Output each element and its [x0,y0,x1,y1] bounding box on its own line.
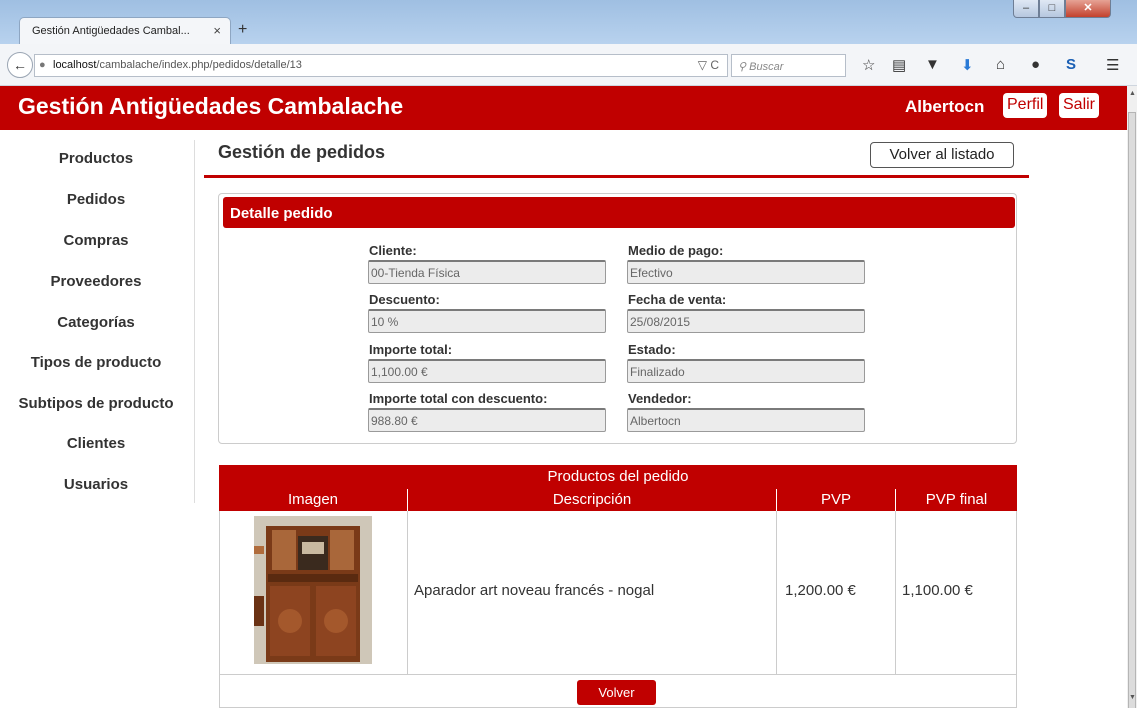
product-description: Aparador art noveau francés - nogal [414,582,655,599]
sidebar-nav: Productos Pedidos Compras Proveedores Ca… [0,140,195,503]
table-cell-pvp: 1,200.00 € [776,511,895,675]
product-image[interactable] [254,516,372,664]
table-cell-descripcion: Aparador art noveau francés - nogal [407,511,776,675]
url-host: localhost [53,59,97,71]
reload-icon[interactable]: ▽ C [698,58,719,72]
column-header-pvp-final: PVP final [895,489,1017,511]
descuento-label: Descuento: [369,292,440,307]
sidebar-item-pedidos[interactable]: Pedidos [0,191,192,208]
url-path: /cambalache/index.php/pedidos/detalle/13 [96,59,302,71]
fecha-venta-label: Fecha de venta: [628,292,727,307]
fecha-venta-field[interactable]: 25/08/2015 [627,309,865,333]
importe-descuento-label: Importe total con descuento: [369,391,548,406]
back-arrow-icon[interactable]: ← [7,52,33,78]
new-tab-button[interactable]: + [238,21,247,39]
scroll-thumb[interactable] [1128,112,1136,708]
vendedor-label: Vendedor: [628,391,692,406]
tab-title: Gestión Antigüedades Cambal... [32,25,190,37]
scroll-down-icon[interactable]: ▼ [1129,694,1136,701]
estado-label: Estado: [628,342,676,357]
browser-tab[interactable]: Gestión Antigüedades Cambal... × [19,17,231,44]
scroll-up-icon[interactable]: ▲ [1129,90,1136,97]
product-pvp-final: 1,100.00 € [902,582,973,599]
search-icon: ⚲ [738,61,747,73]
sidebar-item-compras[interactable]: Compras [0,232,192,249]
order-detail-heading: Detalle pedido [223,197,1015,228]
window-maximize-button[interactable]: □ [1039,0,1065,18]
sidebar-item-clientes[interactable]: Clientes [0,435,192,452]
url-text: localhost/cambalache/index.php/pedidos/d… [53,59,302,71]
pocket-icon[interactable]: ▼ [925,56,940,73]
back-to-list-button[interactable]: Volver al listado [870,142,1014,168]
column-header-imagen: Imagen [219,489,407,511]
sidebar-item-categorias[interactable]: Categorías [0,314,192,331]
site-header: Gestión Antigüedades Cambalache Albertoc… [0,86,1127,130]
title-divider [204,175,1029,178]
sidebar-item-tipos-producto[interactable]: Tipos de producto [0,354,192,371]
profile-button[interactable]: Perfil [1003,93,1048,118]
order-detail-panel [218,193,1017,444]
bookmark-star-icon[interactable]: ☆ [862,56,875,74]
sidebar-item-subtipos-producto[interactable]: Subtipos de producto [0,395,192,412]
descuento-field[interactable]: 10 % [368,309,606,333]
products-caption: Productos del pedido [219,465,1017,489]
search-input[interactable]: ⚲ Buscar [731,54,846,77]
cabinet-illustration [254,516,372,664]
cliente-field[interactable]: 00-Tienda Física [368,260,606,284]
download-icon[interactable]: ⬇ [961,56,974,74]
address-bar[interactable]: ● localhost/cambalache/index.php/pedidos… [34,54,728,77]
table-cell-image [219,511,407,675]
search-placeholder: Buscar [749,61,784,73]
tab-close-icon[interactable]: × [213,23,221,38]
chat-icon[interactable]: ● [1031,56,1040,73]
page-title: Gestión de pedidos [218,142,386,162]
sidebar-item-usuarios[interactable]: Usuarios [0,476,192,493]
product-pvp: 1,200.00 € [785,582,856,599]
vertical-scrollbar[interactable]: ▲ ▼ [1127,86,1137,708]
medio-pago-label: Medio de pago: [628,243,724,258]
reading-list-icon[interactable]: ▤ [892,56,906,74]
menu-icon[interactable]: ☰ [1106,56,1119,74]
globe-icon: ● [39,59,46,71]
browser-navbar: ← ● localhost/cambalache/index.php/pedid… [0,44,1137,86]
volver-button[interactable]: Volver [577,680,656,705]
importe-total-field[interactable]: 1,100.00 € [368,359,606,383]
sidebar-item-proveedores[interactable]: Proveedores [0,273,192,290]
estado-field[interactable]: Finalizado [627,359,865,383]
importe-total-label: Importe total: [369,342,453,357]
medio-pago-field[interactable]: Efectivo [627,260,865,284]
user-name: Albertocn [905,97,985,116]
logout-button[interactable]: Salir [1059,93,1100,118]
window-close-button[interactable]: ✕ [1065,0,1111,18]
window-minimize-button[interactable]: – [1013,0,1039,18]
sidebar-item-productos[interactable]: Productos [0,150,192,167]
vendedor-field[interactable]: Albertocn [627,408,865,432]
cliente-label: Cliente: [369,243,417,258]
browser-titlebar: Gestión Antigüedades Cambal... × + – □ ✕ [0,0,1137,44]
extension-icon[interactable]: S [1066,56,1076,73]
importe-descuento-field[interactable]: 988.80 € [368,408,606,432]
column-header-pvp: PVP [776,489,895,511]
table-cell-pvp-final: 1,100.00 € [895,511,1017,675]
site-title[interactable]: Gestión Antigüedades Cambalache [18,93,403,120]
home-icon[interactable]: ⌂ [996,56,1005,73]
column-header-descripcion: Descripción [407,489,776,511]
